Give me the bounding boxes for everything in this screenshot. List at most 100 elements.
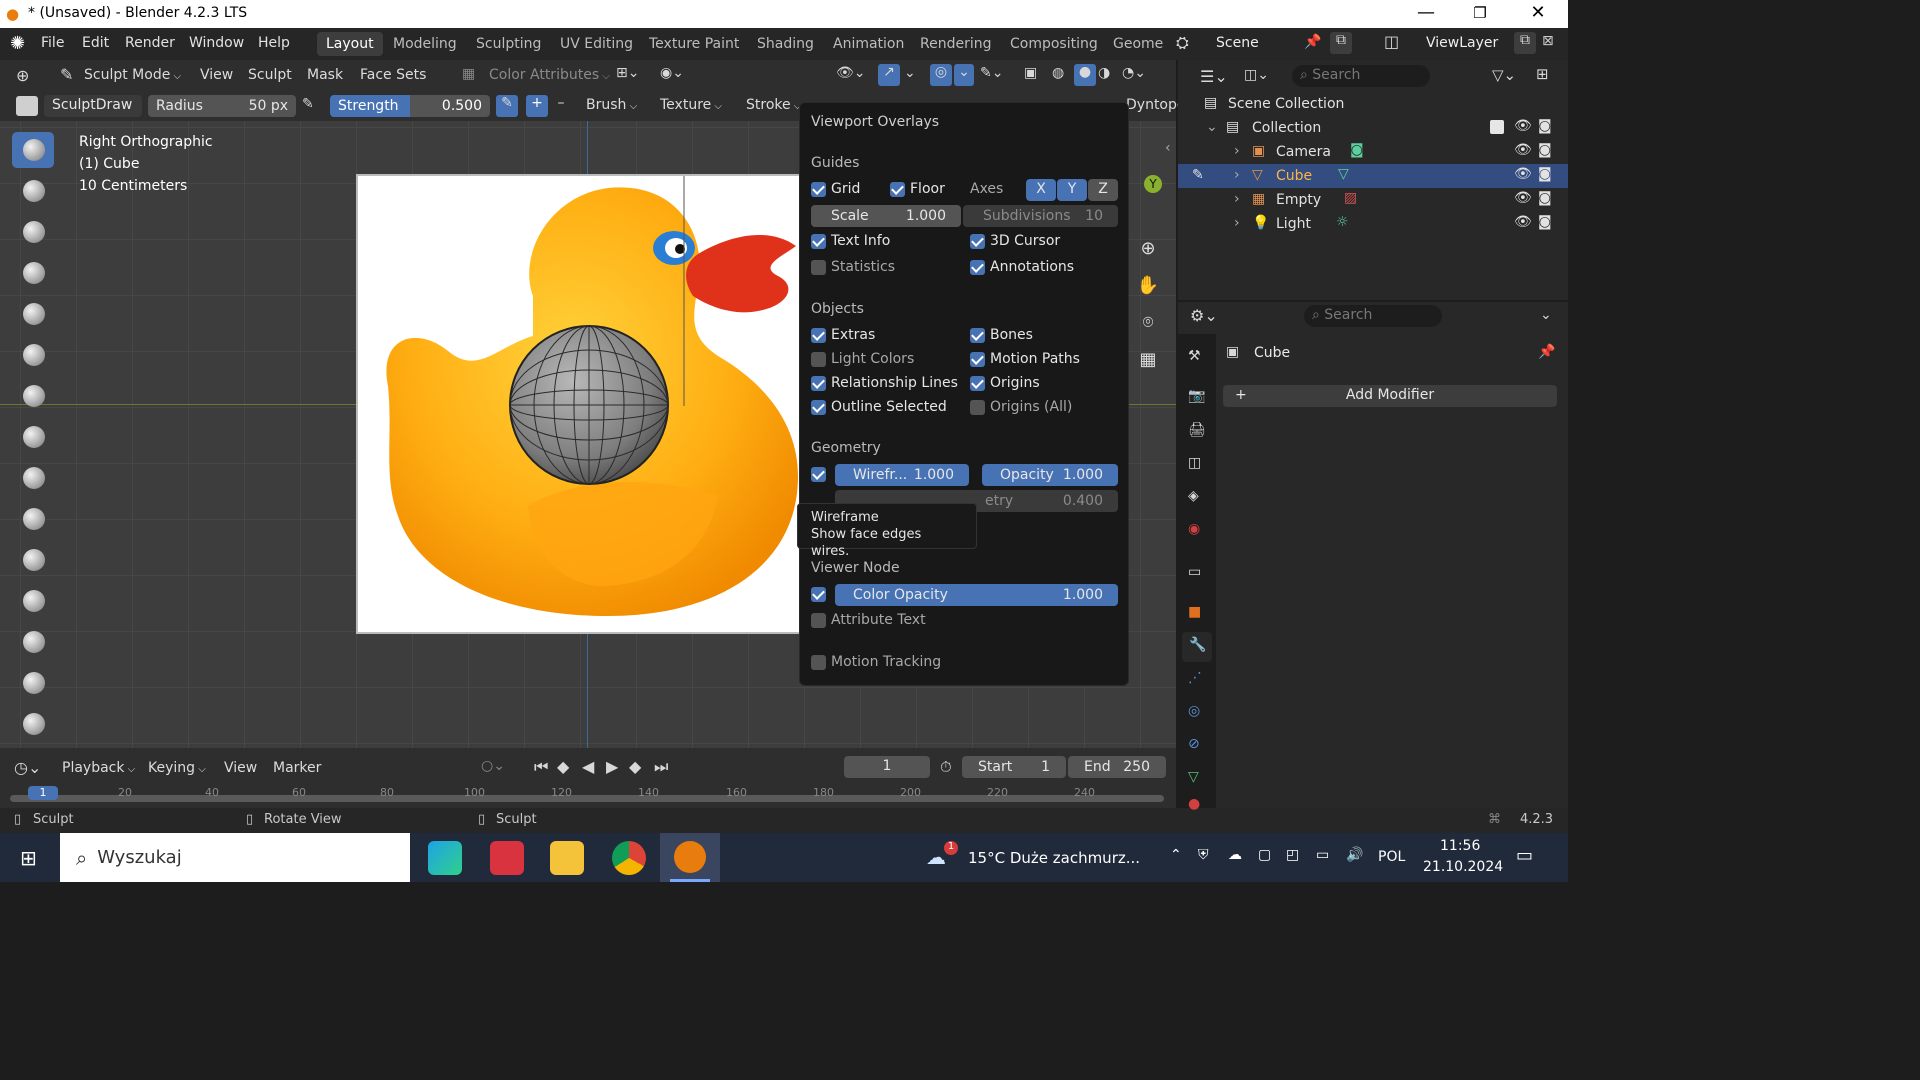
strength-slider[interactable]: Strength 0.500 <box>330 95 490 117</box>
tree-item-light[interactable]: › 💡 Light ☼ 👁 ◙ <box>1178 212 1568 236</box>
volume-icon[interactable]: 🔊 <box>1346 847 1363 863</box>
strength-pressure-icon[interactable]: ✎ <box>496 95 518 117</box>
prev-keyframe-icon[interactable]: ◆ <box>557 757 569 776</box>
edge-icon[interactable] <box>428 841 462 875</box>
grid-scale-field[interactable]: Scale 1.000 <box>811 205 961 227</box>
world-tab-icon[interactable]: ◉ <box>1188 521 1200 537</box>
tab-uv-editing[interactable]: UV Editing <box>551 32 642 56</box>
render-camera-icon[interactable]: ◙ <box>1538 118 1552 134</box>
physics-tab-icon[interactable]: ◎ <box>1188 703 1200 719</box>
tree-item-camera[interactable]: › ▣ Camera ◙ 👁 ◙ <box>1178 140 1568 164</box>
material-shading-icon[interactable]: ◑ <box>1098 65 1110 81</box>
radius-pressure-icon[interactable]: ✎ <box>302 96 314 112</box>
tray-chevron-icon[interactable]: ⌃ <box>1170 847 1182 863</box>
axis-x-toggle[interactable]: X <box>1026 179 1056 201</box>
tab-texture-paint[interactable]: Texture Paint <box>640 32 748 56</box>
menu-view[interactable]: View <box>200 67 233 83</box>
brush-dropdown[interactable]: Brush <box>586 97 637 113</box>
view-layer-tab-icon[interactable]: ◫ <box>1188 455 1201 471</box>
tab-animation[interactable]: Animation <box>824 32 913 56</box>
attribute-text-checkbox[interactable] <box>811 613 826 628</box>
expand-chevron-icon[interactable]: › <box>1234 191 1240 207</box>
color-attributes-dropdown[interactable]: Color Attributes <box>489 67 610 83</box>
display-mode-icon[interactable]: ◫⌄ <box>1244 67 1269 83</box>
mesh-data-icon[interactable]: ▽ <box>1338 166 1349 182</box>
tree-item-empty[interactable]: › ▦ Empty ▨ 👁 ◙ <box>1178 188 1568 212</box>
tool-tab-icon[interactable]: ⚒ <box>1188 348 1201 364</box>
material-tab-icon[interactable]: ● <box>1188 796 1200 812</box>
timeline-editor-type-icon[interactable]: ◷⌄ <box>14 758 41 777</box>
outliner-search-field[interactable]: ⌕ Search <box>1292 65 1430 87</box>
tool-fill[interactable] <box>12 583 54 619</box>
direction-subtract-button[interactable]: – <box>550 95 572 117</box>
menu-render[interactable]: Render <box>125 35 175 51</box>
expand-chevron-icon[interactable]: ⌄ <box>1206 119 1218 135</box>
floor-checkbox[interactable] <box>890 182 905 197</box>
stopwatch-icon[interactable]: ⏱ <box>940 758 952 776</box>
snapping-icon[interactable]: ◉⌄ <box>660 65 684 81</box>
constraints-tab-icon[interactable]: ⊘ <box>1188 736 1200 752</box>
menu-help[interactable]: Help <box>258 35 290 51</box>
auto-keying-icon[interactable]: ○⌄ <box>481 758 505 774</box>
tool-pinch[interactable] <box>12 706 54 742</box>
sculpt-overlay-icon[interactable]: ✎⌄ <box>980 65 1003 81</box>
close-icon[interactable]: ✕ <box>1518 2 1558 23</box>
wireframe-checkbox[interactable] <box>811 467 826 482</box>
symmetry-icon[interactable]: ⊞⌄ <box>616 65 639 81</box>
tool-blob[interactable] <box>12 419 54 455</box>
menu-sculpt[interactable]: Sculpt <box>248 67 292 83</box>
new-collection-icon[interactable]: ⊞ <box>1536 65 1549 83</box>
playhead-frame[interactable]: 1 <box>28 786 58 800</box>
text-info-checkbox[interactable] <box>811 234 826 249</box>
tab-shading[interactable]: Shading <box>748 32 823 56</box>
render-camera-icon[interactable]: ◙ <box>1538 142 1552 158</box>
camera-data-icon[interactable]: ◙ <box>1350 142 1364 158</box>
battery-icon[interactable]: ▭ <box>1316 847 1329 863</box>
output-tab-icon[interactable]: 🖨 <box>1188 422 1206 438</box>
tree-item-cube[interactable]: ✎ › ▽ Cube ▽ 👁 ◙ <box>1178 164 1568 188</box>
menu-edit[interactable]: Edit <box>82 35 109 51</box>
sidebar-toggle-icon[interactable]: ‹ <box>1165 140 1171 156</box>
gizmo-toggle-icon[interactable]: ↗ <box>878 64 900 86</box>
keying-menu[interactable]: Keying <box>148 760 206 776</box>
image-data-icon[interactable]: ▨ <box>1344 190 1357 206</box>
render-camera-icon[interactable]: ◙ <box>1538 166 1552 182</box>
texture-dropdown[interactable]: Texture <box>660 97 722 113</box>
menu-window[interactable]: Window <box>189 35 244 51</box>
render-camera-icon[interactable]: ◙ <box>1538 190 1552 206</box>
jump-start-icon[interactable]: ⏮ <box>534 757 548 777</box>
timeline-view-menu[interactable]: View <box>224 760 257 776</box>
axis-y-gizmo[interactable]: Y <box>1144 175 1162 193</box>
extras-checkbox[interactable] <box>811 328 826 343</box>
marker-menu[interactable]: Marker <box>273 760 321 776</box>
tool-scrape[interactable] <box>12 624 54 660</box>
remove-view-layer-icon[interactable]: ⊠ <box>1542 33 1554 49</box>
solid-shading-icon[interactable]: ● <box>1074 64 1096 86</box>
outliner-editor-type-icon[interactable]: ☰⌄ <box>1200 67 1228 86</box>
reference-image-duck[interactable] <box>356 174 800 634</box>
play-icon[interactable]: ▶ <box>606 757 618 776</box>
playback-menu[interactable]: Playback <box>62 760 135 776</box>
file-explorer-icon[interactable] <box>550 841 584 875</box>
menu-mask[interactable]: Mask <box>307 67 343 83</box>
editor-type-icon[interactable]: ⊕ <box>16 66 29 85</box>
visibility-eye-icon[interactable]: 👁 <box>1514 118 1532 134</box>
new-view-layer-icon[interactable]: ⧉ <box>1514 32 1536 54</box>
tab-layout[interactable]: Layout <box>317 32 383 56</box>
options-dropdown-icon[interactable]: ⌄ <box>1540 307 1552 323</box>
new-scene-icon[interactable]: ⧉ <box>1330 32 1352 54</box>
view-layer-icon[interactable]: ◫ <box>1384 32 1399 51</box>
start-frame-field[interactable]: Start 1 <box>962 756 1066 778</box>
scene-name[interactable]: Scene <box>1216 35 1259 51</box>
expand-chevron-icon[interactable]: › <box>1234 143 1240 159</box>
tab-sculpting[interactable]: Sculpting <box>467 32 550 56</box>
visibility-icon[interactable]: 👁⌄ <box>836 65 866 81</box>
radius-field[interactable]: Radius 50 px <box>148 95 296 117</box>
play-reverse-icon[interactable]: ◀ <box>582 757 594 776</box>
notifications-icon[interactable]: ▭ <box>1516 845 1533 866</box>
taskbar-search-box[interactable]: ⌕ Wyszukaj <box>60 833 410 882</box>
collection-tab-icon[interactable]: ▭ <box>1188 564 1201 580</box>
scene-tab-icon[interactable]: ◈ <box>1188 488 1199 504</box>
tab-geometry-nodes[interactable]: Geome <box>1104 32 1172 56</box>
particles-tab-icon[interactable]: ⋰ <box>1188 670 1202 686</box>
